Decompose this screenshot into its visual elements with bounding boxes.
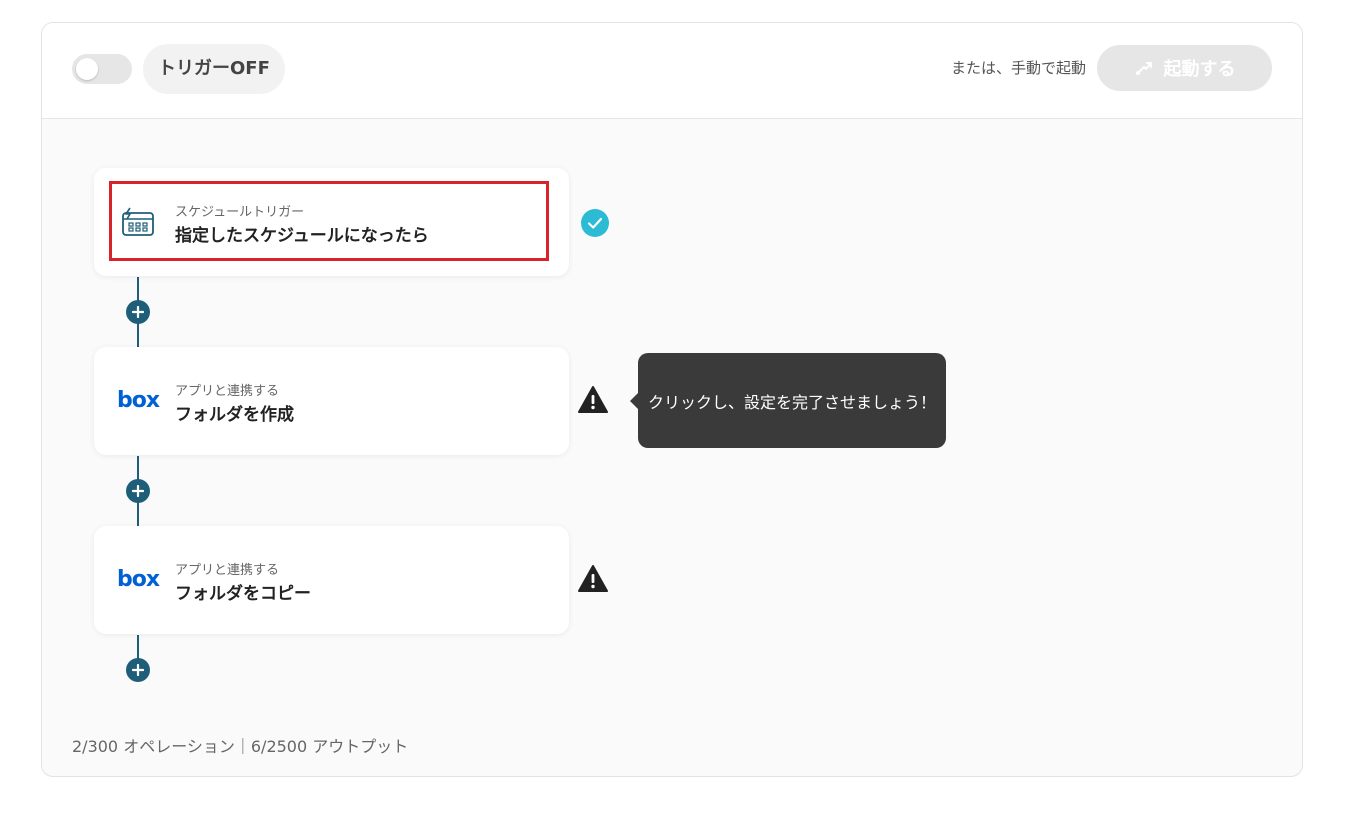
trigger-status-label: トリガーOFF: [143, 44, 285, 94]
step-title: 指定したスケジュールになったら: [175, 226, 429, 246]
run-button[interactable]: 起動する: [1097, 45, 1272, 91]
warning-icon: [578, 385, 608, 415]
manual-run-label: または、手動で起動: [950, 59, 1086, 77]
check-circle-icon: [580, 208, 610, 238]
setup-tooltip: クリックし、設定を完了させましょう！: [630, 353, 946, 448]
flow-topbar: トリガーOFF または、手動で起動 起動する: [42, 23, 1302, 119]
step-subtitle: スケジュールトリガー: [175, 205, 305, 220]
schedule-calendar-icon: [120, 206, 156, 238]
step-card-create-folder[interactable]: box アプリと連携する フォルダを作成: [94, 347, 569, 455]
step-card-schedule-trigger[interactable]: スケジュールトリガー 指定したスケジュールになったら: [94, 168, 569, 276]
add-step-button[interactable]: [126, 658, 150, 682]
run-arrow-icon: [1135, 62, 1152, 75]
plus-icon: [132, 306, 144, 318]
add-step-button[interactable]: [126, 300, 150, 324]
step-title: フォルダをコピー: [175, 584, 311, 604]
trigger-toggle[interactable]: [72, 54, 132, 84]
step-subtitle: アプリと連携する: [175, 384, 280, 399]
tooltip-text: クリックし、設定を完了させましょう！: [647, 392, 936, 412]
step-subtitle: アプリと連携する: [175, 563, 280, 578]
usage-summary: 2/300 オペレーション｜6/2500 アウトプット: [72, 737, 409, 756]
plus-icon: [132, 664, 144, 676]
step-card-copy-folder[interactable]: box アプリと連携する フォルダをコピー: [94, 526, 569, 634]
box-logo: box: [116, 567, 160, 592]
toggle-knob: [76, 58, 98, 80]
warning-icon: [578, 564, 608, 594]
add-step-button[interactable]: [126, 479, 150, 503]
flow-editor-panel: トリガーOFF または、手動で起動 起動する スケジュールトリガー 指定したスケ…: [41, 22, 1303, 777]
box-logo: box: [116, 388, 160, 413]
plus-icon: [132, 485, 144, 497]
step-title: フォルダを作成: [175, 405, 294, 425]
run-button-label: 起動する: [1163, 59, 1236, 80]
